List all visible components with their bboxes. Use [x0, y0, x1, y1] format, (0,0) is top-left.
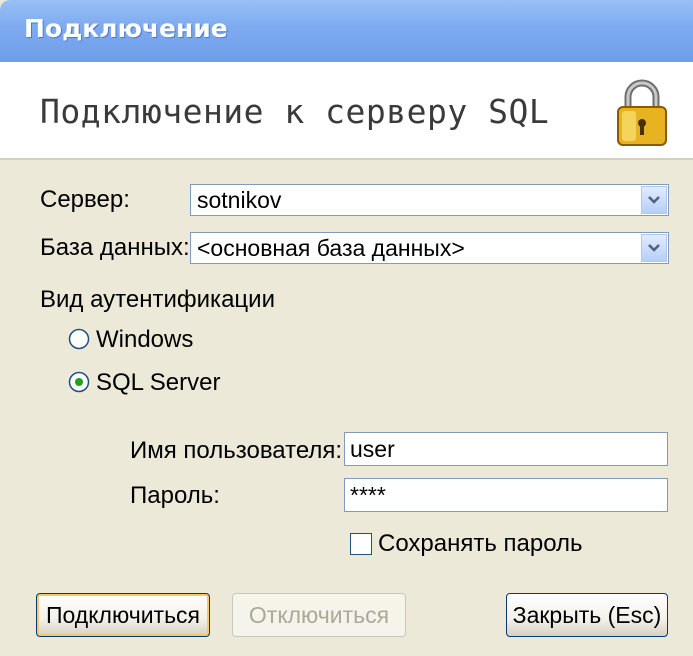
- username-value: user: [350, 436, 395, 462]
- save-password-checkbox[interactable]: [350, 533, 372, 555]
- database-label: База данных:: [40, 234, 190, 261]
- header-divider: [0, 158, 693, 160]
- radio-sql-server-label[interactable]: SQL Server: [96, 369, 221, 397]
- password-label: Пароль:: [130, 482, 220, 509]
- padlock-icon: [617, 79, 667, 146]
- radio-sql-server[interactable]: [68, 371, 90, 393]
- server-combobox[interactable]: sotnikov: [190, 184, 669, 216]
- dialog-header: Подключение к серверу SQL: [0, 62, 693, 158]
- connect-button[interactable]: Подключиться: [36, 593, 210, 637]
- connection-dialog: Подключение Подключение к серверу SQL Се…: [0, 0, 693, 656]
- title-bar[interactable]: Подключение: [0, 0, 693, 62]
- save-password-label[interactable]: Сохранять пароль: [378, 530, 583, 558]
- window-title: Подключение: [24, 14, 228, 43]
- disconnect-button[interactable]: Отключиться: [232, 593, 406, 637]
- username-field[interactable]: user: [344, 432, 668, 466]
- server-value: sotnikov: [197, 187, 282, 213]
- database-dropdown-button[interactable]: [641, 234, 667, 262]
- header-title: Подключение к серверу SQL: [40, 92, 550, 131]
- password-field[interactable]: ****: [344, 478, 668, 512]
- chevron-down-icon: [648, 244, 660, 252]
- close-button[interactable]: Закрыть (Esc): [506, 593, 668, 637]
- password-value: ****: [350, 482, 386, 508]
- database-combobox[interactable]: <основная база данных>: [190, 232, 669, 264]
- auth-type-label: Вид аутентификации: [40, 286, 275, 313]
- radio-windows-label[interactable]: Windows: [96, 326, 193, 354]
- radio-windows[interactable]: [68, 328, 90, 350]
- username-label: Имя пользователя:: [130, 437, 343, 464]
- database-value: <основная база данных>: [197, 235, 465, 261]
- server-dropdown-button[interactable]: [641, 186, 667, 214]
- chevron-down-icon: [648, 196, 660, 204]
- server-label: Сервер:: [40, 186, 130, 213]
